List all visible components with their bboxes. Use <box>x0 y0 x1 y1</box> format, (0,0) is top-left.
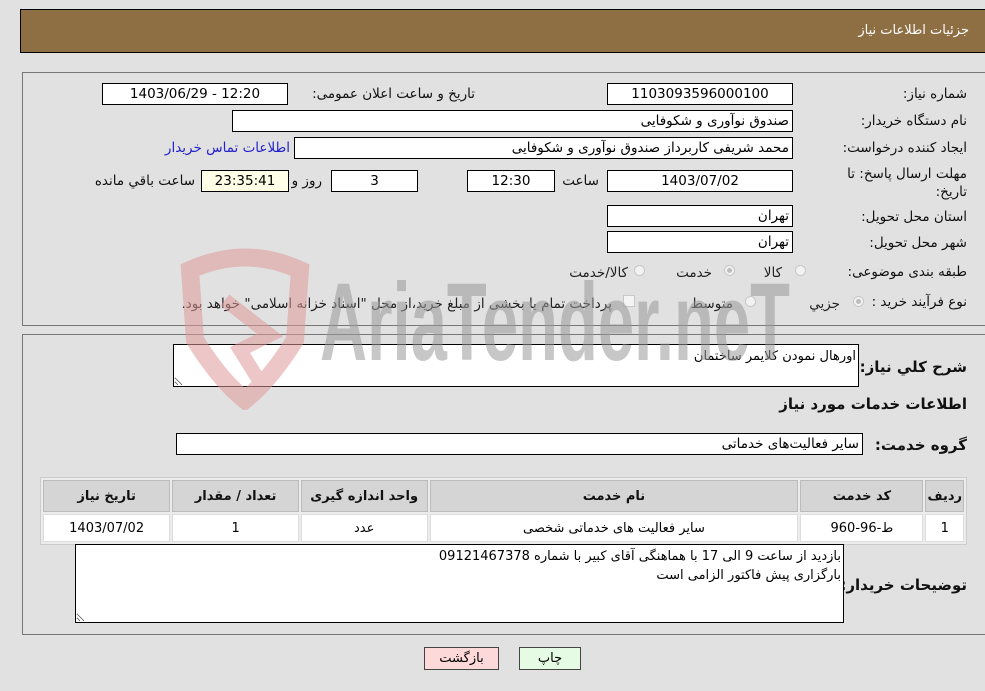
treasury-note: پرداخت تمام یا بخشی از مبلغ خرید،از محل … <box>181 296 612 312</box>
back-button[interactable]: بازگشت <box>424 647 499 670</box>
category-label: طبقه بندی موضوعی: <box>847 264 967 280</box>
purchase-medium-label: متوسط <box>690 296 733 312</box>
days-label: روز و <box>291 173 322 189</box>
cell-qty: 1 <box>172 514 299 542</box>
category-service-label: خدمت <box>676 265 712 281</box>
buyer-contact-link[interactable]: اطلاعات تماس خریدار <box>165 140 290 156</box>
deadline-time-field: 12:30 <box>467 170 555 192</box>
category-goods-label: کالا <box>763 265 782 281</box>
deadline-time-label: ساعت <box>562 173 599 189</box>
buyer-org-label: نام دستگاه خریدار: <box>860 113 967 129</box>
requester-label: ایجاد کننده درخواست: <box>842 140 967 156</box>
treasury-checkbox[interactable] <box>623 295 635 307</box>
col-unit-header: واحد اندازه گیری <box>300 480 428 512</box>
purchase-minor-radio[interactable] <box>853 296 864 307</box>
time-remaining-label: ساعت باقي مانده <box>94 173 195 189</box>
service-group-field: سایر فعالیت‌های خدماتی <box>176 433 863 455</box>
col-date-header: تاریخ نیاز <box>43 480 171 512</box>
purchase-type-label: نوع فرآیند خرید : <box>871 294 967 310</box>
service-group-label: گروه خدمت: <box>874 436 967 454</box>
buyer-notes-label: توضیحات خریدار: <box>840 576 967 594</box>
category-goods-radio[interactable] <box>795 265 806 276</box>
category-goods-service-radio[interactable] <box>634 265 645 276</box>
buyer-notes-textarea[interactable] <box>75 544 844 623</box>
table-header-row: ردیف کد خدمت نام خدمت واحد اندازه گیری ت… <box>43 480 964 512</box>
announce-datetime-field: 1403/06/29 - 12:20 <box>102 83 288 105</box>
province-field: تهران <box>607 205 793 227</box>
cell-unit: عدد <box>300 514 428 542</box>
services-table: ردیف کد خدمت نام خدمت واحد اندازه گیری ت… <box>40 477 967 545</box>
print-button[interactable]: چاپ <box>519 647 581 670</box>
page-header: جزئیات اطلاعات نیاز <box>20 9 985 53</box>
cell-code: ط-96-960 <box>800 514 924 542</box>
general-desc-textarea[interactable] <box>173 344 859 387</box>
need-number-field: 1103093596000100 <box>607 83 793 105</box>
city-field: تهران <box>607 231 793 253</box>
general-desc-label: شرح کلي نیاز: <box>859 358 967 376</box>
table-row: 1 ط-96-960 سایر فعالیت های خدماتی شخصی ع… <box>43 514 964 542</box>
time-remaining-field: 23:35:41 <box>201 170 289 192</box>
deadline-date-field: 1403/07/02 <box>607 170 793 192</box>
buyer-org-field: صندوق نوآوری و شکوفایی <box>232 110 793 132</box>
requester-field: محمد شریفی کاربرداز صندوق نوآوری و شکوفا… <box>294 137 793 159</box>
cell-name: سایر فعالیت های خدماتی شخصی <box>429 514 799 542</box>
cell-row: 1 <box>925 514 964 542</box>
col-qty-header: تعداد / مقدار <box>172 480 299 512</box>
page-title: جزئیات اطلاعات نیاز <box>858 23 969 38</box>
category-service-radio[interactable] <box>724 265 735 276</box>
col-code-header: کد خدمت <box>800 480 924 512</box>
category-goods-service-label: کالا/خدمت <box>569 265 628 281</box>
province-label: استان محل تحویل: <box>861 209 967 225</box>
services-heading: اطلاعات خدمات مورد نیاز <box>779 395 967 413</box>
purchase-minor-label: جزيي <box>809 296 840 312</box>
need-number-label: شماره نیاز: <box>902 86 967 102</box>
city-label: شهر محل تحویل: <box>869 235 967 251</box>
purchase-medium-radio[interactable] <box>745 296 756 307</box>
col-name-header: نام خدمت <box>429 480 799 512</box>
deadline-label: مهلت ارسال پاسخ: تا تاریخ: <box>847 166 967 200</box>
col-row-header: ردیف <box>925 480 964 512</box>
announce-datetime-label: تاریخ و ساعت اعلان عمومی: <box>312 86 475 102</box>
cell-date: 1403/07/02 <box>43 514 171 542</box>
days-remaining-field: 3 <box>331 170 418 192</box>
